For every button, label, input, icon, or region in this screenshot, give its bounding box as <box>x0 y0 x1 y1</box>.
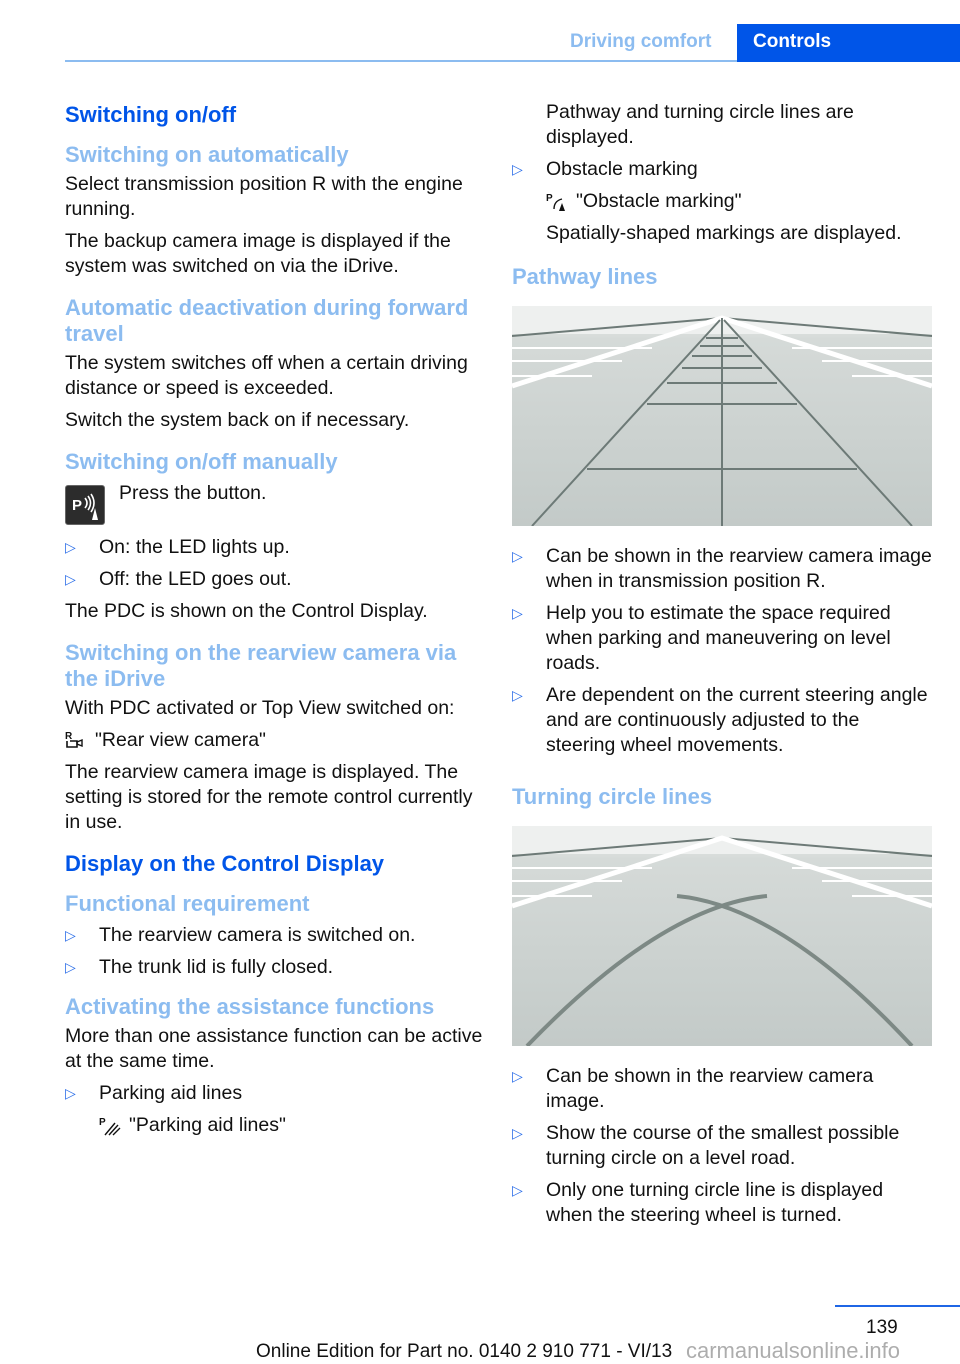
pathway-lines-figure <box>512 306 932 526</box>
bullet-triangle-icon: ▷ <box>65 959 76 975</box>
rear-view-camera-label: "Rear view camera" <box>95 729 266 751</box>
list-item-text: On: the LED lights up. <box>99 536 290 558</box>
watermark: carmanualsonline.info <box>686 1338 901 1363</box>
heading-turning-circle-lines: Turning circle lines <box>512 784 713 809</box>
list-item: ▷ Can be shown in the rearview camera ima… <box>512 544 932 594</box>
list-item-text: Show the course of the smallest possible… <box>546 1122 900 1169</box>
functional-list: ▷ The rearview camera is switched on. ▷ Th… <box>65 923 485 980</box>
pdc-button-icon: P <box>65 485 105 525</box>
list-item-text: Can be shown in the rearview camera imag… <box>546 1065 874 1112</box>
paragraph: The system switches off when a certain d… <box>65 352 468 399</box>
svg-text:P: P <box>72 497 82 514</box>
rear-view-camera-menu-item: R "Rear view camera" <box>65 728 485 753</box>
list-item-text: Can be shown in the rearview camera imag… <box>546 545 932 592</box>
paragraph: Switch the system back on if necessary. <box>65 409 410 431</box>
header-section-title: Driving comfort <box>570 31 712 52</box>
obstacle-marking-menu-item: P "Obstacle marking" <box>512 189 932 214</box>
left-column: Switching on/off Switching on automatica… <box>65 100 485 1145</box>
heading-switching-manually: Switching on/off manually <box>65 449 338 474</box>
paragraph: Spatially-shaped markings are displayed. <box>546 222 902 244</box>
paragraph: Pathway and turning circle lines are dis… <box>546 101 854 148</box>
svg-text:P: P <box>546 193 553 204</box>
bullet-triangle-icon: ▷ <box>512 1125 523 1141</box>
footer-rule <box>835 1305 960 1307</box>
list-item-text: The trunk lid is fully closed. <box>99 956 334 978</box>
header-tab-controls: Controls <box>737 24 960 62</box>
pathway-list: ▷ Can be shown in the rearview camera ima… <box>512 544 932 758</box>
list-item: ▷ Are dependent on the current steering a… <box>512 683 932 758</box>
svg-text:P: P <box>99 1117 106 1128</box>
heading-activating-assistance: Activating the assistance functions <box>65 994 435 1019</box>
page-number: 139 <box>866 1317 898 1338</box>
list-item-text: Obstacle marking <box>546 158 698 180</box>
list-item-text: The rearview camera is switched on. <box>99 924 416 946</box>
pdc-button-row: P Press the button. <box>65 481 485 525</box>
list-item: ▷ Obstacle marking <box>512 157 932 182</box>
bullet-triangle-icon: ▷ <box>512 605 523 621</box>
list-item: ▷ The trunk lid is fully closed. <box>65 955 485 980</box>
rear-camera-icon: R <box>65 731 83 748</box>
bullet-triangle-icon: ▷ <box>65 1085 76 1101</box>
list-item-text: Help you to estimate the space required … <box>546 602 891 674</box>
list-item-text: Only one turning circle line is displaye… <box>546 1179 884 1226</box>
heading-rearview-via-idrive: Switching on the rearview camera via the… <box>65 640 457 691</box>
turning-circle-lines-figure <box>512 826 932 1046</box>
parking-aid-lines-menu-item: P "Parking aid lines" <box>65 1113 485 1138</box>
bullet-triangle-icon: ▷ <box>65 539 76 555</box>
parking-aid-lines-label: "Parking aid lines" <box>129 1114 286 1136</box>
bullet-triangle-icon: ▷ <box>512 687 523 703</box>
paragraph: Select transmission position R with the … <box>65 173 463 220</box>
bullet-triangle-icon: ▷ <box>65 571 76 587</box>
heading-switching-on-off: Switching on/off <box>65 102 237 127</box>
bullet-triangle-icon: ▷ <box>512 1182 523 1198</box>
assistance-list: ▷ Parking aid lines <box>65 1081 485 1106</box>
obstacle-marking-label: "Obstacle marking" <box>576 190 742 212</box>
bullet-triangle-icon: ▷ <box>512 161 523 177</box>
list-item: ▷ Parking aid lines <box>65 1081 485 1106</box>
heading-switching-on-automatically: Switching on automatically <box>65 142 349 167</box>
list-item: ▷ Can be shown in the rearview camera ima… <box>512 1064 932 1114</box>
list-item: ▷ Off: the LED goes out. <box>65 567 485 592</box>
manual-list: ▷ On: the LED lights up. ▷ Off: the LED go… <box>65 535 485 592</box>
parking-aid-lines-icon: P <box>99 1117 121 1135</box>
list-item-text: Are dependent on the current steering an… <box>546 684 928 756</box>
paragraph: The rearview camera image is displayed. … <box>65 761 473 833</box>
press-button-text: Press the button. <box>119 482 267 504</box>
list-item: ▷ On: the LED lights up. <box>65 535 485 560</box>
list-item-text: Parking aid lines <box>99 1082 243 1104</box>
heading-display-control-display: Display on the Control Display <box>65 851 385 876</box>
right-column: Pathway and turning circle lines are dis… <box>512 100 932 1235</box>
heading-functional-requirement: Functional requirement <box>65 891 310 916</box>
list-item: ▷ The rearview camera is switched on. <box>65 923 485 948</box>
paragraph: The backup camera image is displayed if … <box>65 230 451 277</box>
turning-list: ▷ Can be shown in the rearview camera ima… <box>512 1064 932 1228</box>
heading-pathway-lines: Pathway lines <box>512 264 658 289</box>
paragraph: More than one assistance function can be… <box>65 1025 483 1072</box>
paragraph: With PDC activated or Top View switched … <box>65 697 455 719</box>
list-item: ▷ Help you to estimate the space required… <box>512 601 932 676</box>
bullet-triangle-icon: ▷ <box>512 548 523 564</box>
obstacle-marking-icon: P <box>546 193 565 211</box>
paragraph: The PDC is shown on the Control Display. <box>65 600 428 622</box>
list-item: ▷ Only one turning circle line is display… <box>512 1178 932 1228</box>
list-item-text: Off: the LED goes out. <box>99 568 292 590</box>
assistance-list-continued: ▷ Obstacle marking <box>512 157 932 182</box>
bullet-triangle-icon: ▷ <box>512 1068 523 1084</box>
edition-note: Online Edition for Part no. 0140 2 910 7… <box>256 1341 673 1362</box>
list-item: ▷ Show the course of the smallest possibl… <box>512 1121 932 1171</box>
heading-automatic-deactivation: Automatic deactivation during forward tr… <box>65 295 469 346</box>
header-rule <box>65 60 737 62</box>
bullet-triangle-icon: ▷ <box>65 927 76 943</box>
